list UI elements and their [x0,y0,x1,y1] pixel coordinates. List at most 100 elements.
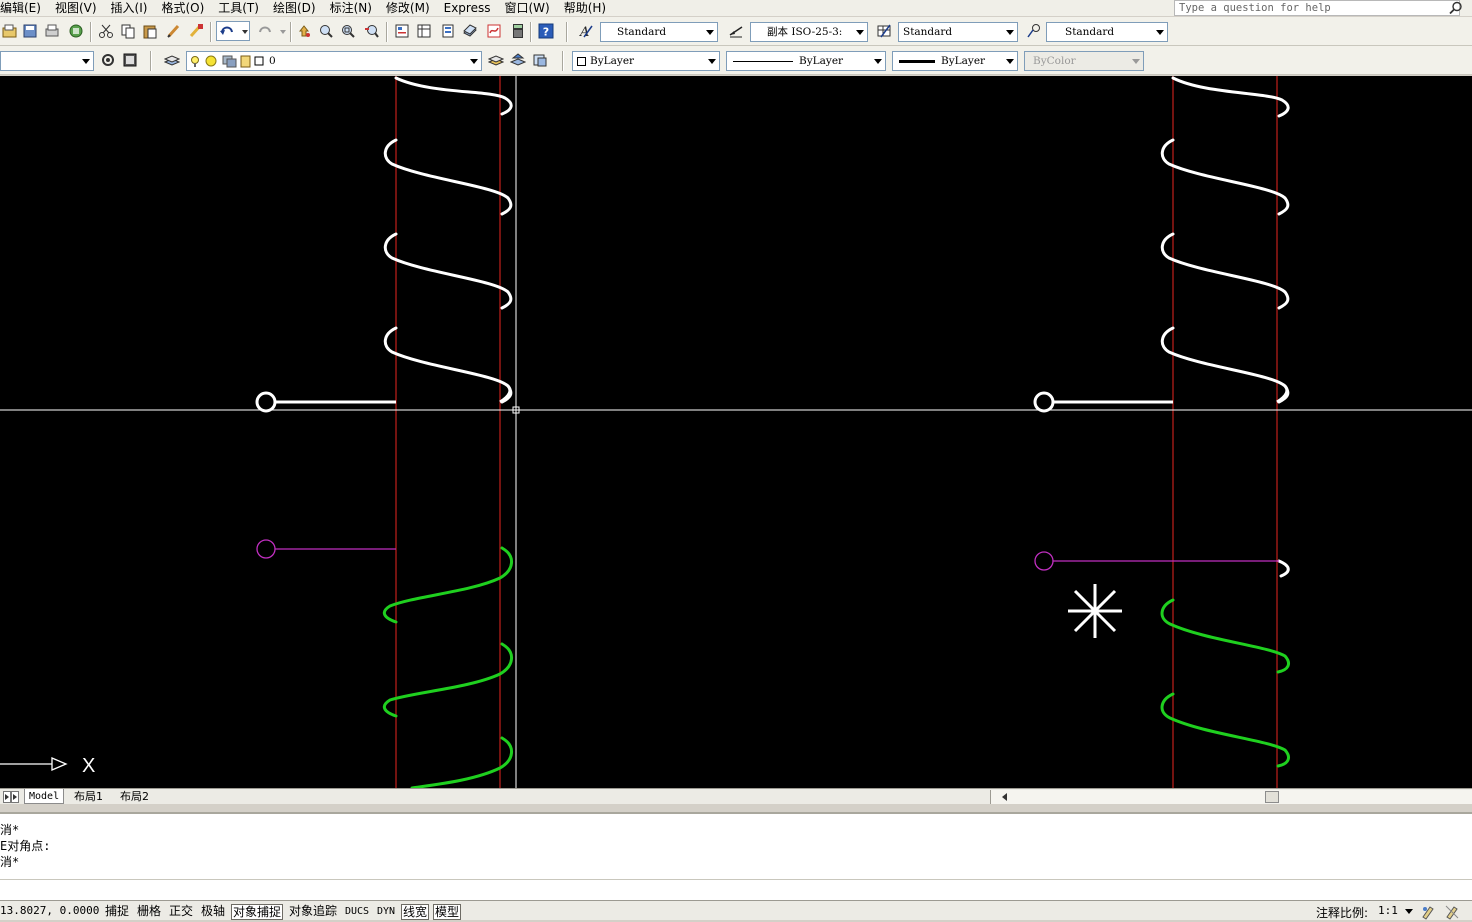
menu-window[interactable]: 窗口(W) [497,0,556,16]
menu-insert[interactable]: 插入(I) [104,0,155,16]
layer-previous-icon[interactable] [508,50,528,70]
layers-properties-toolbar: 0 ByLayer ByLayer ByLayer ByColor [0,46,1472,75]
coordinate-display[interactable]: 13.8027, 0.0000 [0,904,99,917]
layer-manager-icon[interactable] [162,50,182,70]
dimension-style-icon[interactable] [726,21,746,41]
spring-coil-left-lower [382,546,513,788]
zoom-window-icon[interactable] [338,21,358,41]
workspace-select[interactable] [0,51,94,71]
standard-toolbar: ? A Standard 副本 ISO-25-3: Standard Stand… [0,17,1472,46]
separator [210,22,212,42]
properties-icon[interactable] [392,21,412,41]
text-style-select[interactable]: Standard [600,22,718,42]
undo-icon[interactable] [216,21,250,41]
lineweight-select[interactable]: ByLayer [892,51,1018,71]
toggle-dyn[interactable]: DYN [376,904,396,920]
multileader-style-icon[interactable] [1024,21,1044,41]
coil-turn [1160,138,1290,216]
help-search-input[interactable]: Type a question for help [1174,0,1460,16]
paste-icon[interactable] [140,21,160,41]
menu-edit[interactable]: 编辑(E) [0,0,48,16]
layout-tabs-bar: Model 布局1 布局2 [0,788,1472,804]
multileader-style-select[interactable]: Standard [1046,22,1168,42]
coil-turn [1160,326,1290,404]
table-style-icon[interactable] [874,21,894,41]
tab-layout2[interactable]: 布局2 [116,789,153,804]
layer-select[interactable]: 0 [186,51,482,71]
menu-express[interactable]: Express [437,0,498,16]
linetype-sample [733,60,793,62]
plot-icon[interactable] [42,21,62,41]
design-center-icon[interactable] [414,21,434,41]
zoom-realtime-icon[interactable] [316,21,336,41]
workspace-icon[interactable] [120,50,140,70]
text-style-icon[interactable]: A [576,21,596,41]
plotstyle-select[interactable]: ByColor [1024,51,1144,71]
pan-icon[interactable] [294,21,314,41]
menu-help[interactable]: 帮助(H) [557,0,613,16]
separator [90,22,92,42]
zoom-previous-icon[interactable] [362,21,382,41]
copy-icon[interactable] [118,21,138,41]
open-icon[interactable] [0,21,20,41]
chevron-down-icon [852,23,867,41]
linetype-select[interactable]: ByLayer [726,51,886,71]
annotation-visibility-icon[interactable] [1418,902,1438,922]
sheet-set-icon[interactable] [460,21,480,41]
cut-icon[interactable] [96,21,116,41]
chevron-down-icon [870,52,885,70]
menu-draw[interactable]: 绘图(D) [266,0,323,16]
coil-turn [1171,76,1290,118]
table-style-select[interactable]: Standard [898,22,1018,42]
command-line-window[interactable]: 消* E对角点: 消* [0,812,1472,900]
toggle-polar[interactable]: 极轴 [200,904,226,920]
separator [530,22,532,42]
layer-state-icons [191,55,264,68]
scroll-left-icon[interactable] [999,791,1011,803]
terminal-leads-white [255,384,1289,413]
toggle-ducs[interactable]: DUCS [344,904,370,920]
toggle-ortho[interactable]: 正交 [168,904,194,920]
command-input[interactable] [0,881,1472,900]
status-bar: 13.8027, 0.0000 捕捉 栅格 正交 极轴 对象捕捉 对象追踪 DU… [0,900,1472,920]
menu-format[interactable]: 格式(O) [154,0,211,16]
drawing-canvas[interactable]: X [0,76,1472,788]
toggle-model-paper[interactable]: 模型 [433,904,462,920]
toggle-snap[interactable]: 捕捉 [104,904,130,920]
drawing-svg[interactable]: X [0,76,1472,788]
calculator-icon[interactable] [508,21,528,41]
lineweight-sample [899,59,935,63]
toggle-grid[interactable]: 栅格 [136,904,162,920]
tab-model[interactable]: Model [24,789,65,804]
toggle-osnap[interactable]: 对象捕捉 [231,904,284,920]
match-properties-icon[interactable] [164,21,184,41]
workspace-settings-icon[interactable] [98,50,118,70]
save-icon[interactable] [20,21,40,41]
annotation-scale-select[interactable]: 1:1 [1378,904,1413,917]
publish-icon[interactable] [66,21,86,41]
search-icon[interactable] [1442,0,1470,16]
dimension-style-select[interactable]: 副本 ISO-25-3: [750,22,868,42]
menu-tools[interactable]: 工具(T) [211,0,266,16]
toggle-lineweight[interactable]: 线宽 [401,904,430,920]
menu-modify[interactable]: 修改(M) [379,0,437,16]
help-icon[interactable]: ? [536,21,556,41]
ucs-icon [0,757,68,771]
guide-lines [395,76,1278,788]
tool-palettes-icon[interactable] [438,21,458,41]
toggle-otrack[interactable]: 对象追踪 [288,904,338,920]
snap-marker-icon [1068,584,1122,638]
horizontal-scrollbar[interactable] [990,790,1472,804]
redo-icon[interactable] [254,21,288,41]
auto-scale-icon[interactable] [1442,902,1462,922]
tab-layout1[interactable]: 布局1 [70,789,107,804]
scrollbar-thumb[interactable] [1265,791,1279,803]
color-select[interactable]: ByLayer [572,51,720,71]
menu-dimension[interactable]: 标注(N) [323,0,379,16]
menu-view[interactable]: 视图(V) [48,0,104,16]
make-layer-current-icon[interactable] [486,50,506,70]
markup-icon[interactable] [484,21,504,41]
block-editor-icon[interactable] [186,21,206,41]
layer-states-icon[interactable] [530,50,550,70]
tab-scroll-icon[interactable] [2,789,20,804]
